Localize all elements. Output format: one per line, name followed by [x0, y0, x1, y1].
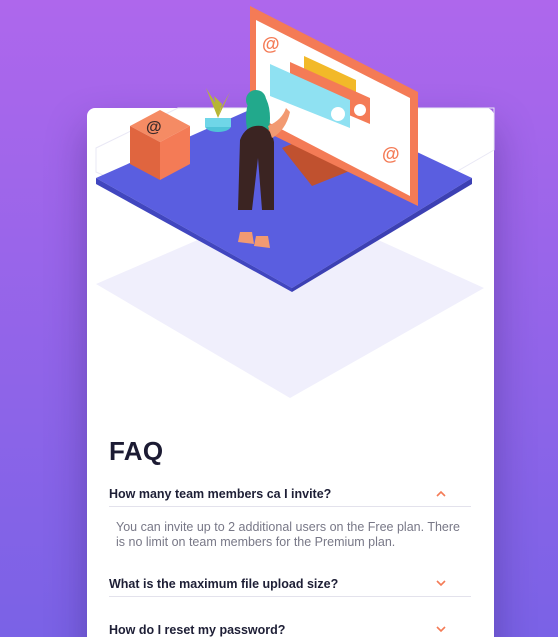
- faq-item-team-members: How many team members ca I invite? You c…: [109, 481, 471, 550]
- woman-online-illustration: @ @ @: [95, 6, 495, 398]
- svg-text:@: @: [382, 144, 400, 164]
- faq-question-text: What is the maximum file upload size?: [109, 576, 339, 591]
- faq-question-text: How many team members ca I invite?: [109, 486, 332, 501]
- chevron-up-icon[interactable]: [433, 486, 449, 502]
- chevron-down-icon[interactable]: [433, 576, 449, 592]
- faq-question-file-upload[interactable]: What is the maximum file upload size?: [109, 571, 471, 597]
- svg-text:@: @: [262, 34, 280, 54]
- faq-question-reset-password[interactable]: How do I reset my password?: [109, 617, 471, 637]
- faq-item-reset-password: How do I reset my password?: [109, 617, 471, 637]
- chevron-down-icon[interactable]: [433, 622, 449, 637]
- faq-answer-text: You can invite up to 2 additional users …: [116, 520, 460, 549]
- faq-item-file-upload: What is the maximum file upload size?: [109, 571, 471, 597]
- faq-question-team-members[interactable]: How many team members ca I invite?: [109, 481, 471, 507]
- svg-text:@: @: [146, 119, 162, 136]
- faq-question-text: How do I reset my password?: [109, 622, 286, 637]
- faq-heading: FAQ: [109, 436, 164, 466]
